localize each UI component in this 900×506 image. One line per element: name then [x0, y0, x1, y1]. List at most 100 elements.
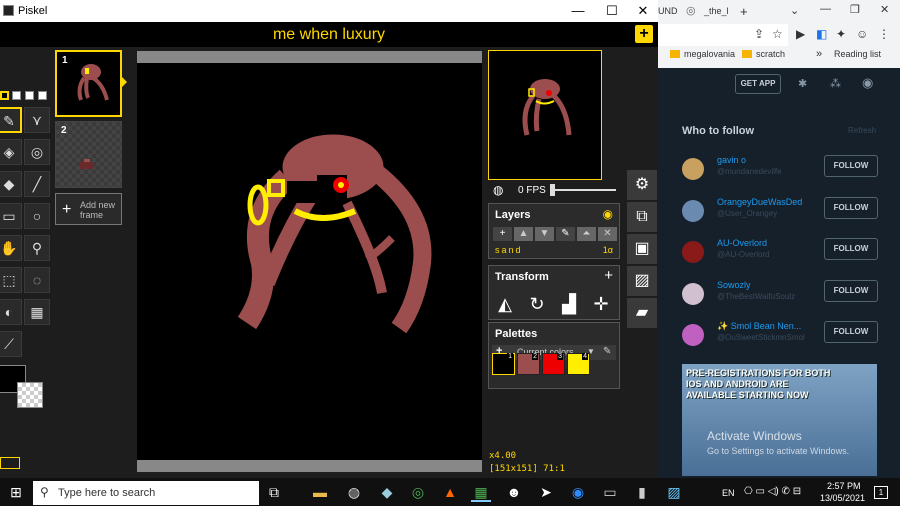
avatar[interactable] [682, 158, 704, 180]
browser-menu-icon[interactable]: ⋮ [878, 27, 890, 41]
animation-preview[interactable] [488, 50, 602, 180]
system-tray-icons[interactable]: ⎔ ▭ ◁) ✆ ⊟ [744, 486, 801, 497]
fps-slider-track[interactable] [550, 189, 616, 191]
save-icon[interactable]: ▣ [627, 234, 657, 264]
tab-search-icon[interactable]: ⌄ [790, 4, 799, 17]
lighten-icon[interactable]: ◐ [0, 299, 22, 325]
piskel-taskbar-icon[interactable]: ▦ [471, 482, 491, 502]
palette-swatch[interactable]: 4 [567, 353, 590, 375]
notification-center-icon[interactable]: 1 [874, 486, 888, 499]
browser-tab[interactable]: UND [658, 6, 678, 16]
merge-layer-icon[interactable]: ⏶ [577, 227, 596, 241]
dithering-icon[interactable]: ▦ [24, 299, 50, 325]
rect-select-icon[interactable]: ⬚ [0, 267, 22, 293]
people-icon[interactable]: ⁂ [830, 77, 841, 90]
avatar[interactable] [682, 324, 704, 346]
add-layer-icon[interactable]: + [493, 227, 512, 241]
profile-icon[interactable]: ◉ [862, 75, 873, 91]
export-image-icon[interactable]: ▨ [627, 266, 657, 296]
resize-icon[interactable]: ⧉ [627, 202, 657, 232]
same-color-bucket-icon[interactable]: ◎ [24, 139, 50, 165]
move-layer-down-icon[interactable]: ▼ [535, 227, 554, 241]
rotate-icon[interactable]: ↻ [524, 291, 550, 317]
transform-more-button[interactable]: + [604, 267, 613, 284]
app-icon[interactable]: ◆ [377, 482, 397, 502]
get-app-button[interactable]: GET APP [735, 74, 781, 94]
taskbar-search-box[interactable]: ⚲ Type here to search [33, 481, 259, 505]
file-explorer-icon[interactable]: ▬ [310, 482, 330, 502]
edit-palette-icon[interactable]: ✎ [603, 346, 611, 357]
sprite-title[interactable]: me when luxury [273, 26, 385, 43]
follow-button[interactable]: FOLLOW [824, 155, 878, 177]
fps-slider-handle[interactable] [550, 184, 555, 196]
align-center-icon[interactable]: ✛ [588, 291, 614, 317]
maximize-button[interactable]: ☐ [597, 2, 627, 20]
color-picker-icon[interactable]: ⟋ [0, 331, 22, 357]
follow-button[interactable]: FOLLOW [824, 321, 878, 343]
browser-minimize-button[interactable]: — [820, 3, 831, 15]
eye-icon[interactable]: ◉ [603, 207, 613, 221]
extension-icon[interactable]: ▶ [796, 27, 805, 41]
suggestion-name[interactable]: ✨ Smol Bean Nen... [717, 321, 801, 332]
windows-start-icon[interactable]: ⊞ [6, 482, 26, 502]
pen-size-1[interactable] [0, 91, 9, 100]
lasso-select-icon[interactable]: ◌ [24, 267, 50, 293]
onion-skin-icon[interactable]: ◍ [493, 183, 503, 197]
open-folder-icon[interactable]: ▰ [627, 298, 657, 328]
photos-icon[interactable]: ▨ [664, 482, 684, 502]
secondary-color-swatch[interactable] [17, 382, 43, 408]
browser-tab[interactable]: _the_l [704, 6, 729, 16]
suggestion-name[interactable]: OrangeyDueWasDed [717, 197, 802, 207]
task-view-icon[interactable]: ⧉ [264, 482, 284, 502]
drawing-canvas[interactable] [137, 63, 482, 460]
frame-2-thumbnail[interactable]: 2 [55, 121, 122, 188]
circle-icon[interactable]: ○ [24, 203, 50, 229]
address-bar[interactable] [658, 24, 788, 46]
frame-1-thumbnail[interactable]: 1 [55, 50, 122, 117]
vertical-mirror-pen-icon[interactable]: ⋎ [24, 107, 50, 133]
pen-tool-icon[interactable]: ✎ [0, 107, 22, 133]
bookmark-scratch[interactable]: scratch [756, 49, 785, 59]
app-icon[interactable]: ☻ [504, 482, 524, 502]
palette-swatch[interactable]: 3 [542, 353, 565, 375]
edit-layer-icon[interactable]: ✎ [556, 227, 575, 241]
new-tab-button[interactable]: + [740, 4, 748, 19]
follow-button[interactable]: FOLLOW [824, 280, 878, 302]
suggestion-name[interactable]: Sowozly [717, 280, 751, 290]
suggestion-name[interactable]: AU-Overlord [717, 238, 767, 248]
suggestion-name[interactable]: gavin o [717, 155, 746, 165]
refresh-link[interactable]: Refresh [848, 126, 876, 135]
browser-restore-button[interactable]: ❐ [850, 3, 860, 16]
add-new-frame-button[interactable]: + Add new frame [55, 193, 122, 225]
minimize-button[interactable]: — [563, 2, 593, 20]
app-icon[interactable]: ➤ [536, 482, 556, 502]
shape-select-icon[interactable]: ⚲ [24, 235, 50, 261]
zoom-app-icon[interactable]: ◉ [568, 482, 588, 502]
pen-size-3[interactable] [25, 91, 34, 100]
clone-sheep-icon[interactable]: ▟ [556, 291, 582, 317]
notification-icon[interactable]: ✱ [798, 77, 807, 90]
move-hand-icon[interactable]: ✋ [0, 235, 22, 261]
bookmarks-overflow[interactable]: » [816, 48, 822, 60]
vlc-icon[interactable]: ▲ [440, 482, 460, 502]
share-icon[interactable]: ⇪ [754, 27, 764, 41]
paint-bucket-icon[interactable]: ◈ [0, 139, 22, 165]
terminal-icon[interactable]: ▭ [600, 482, 620, 502]
rectangle-icon[interactable]: ▭ [0, 203, 22, 229]
app-icon[interactable]: ▮ [632, 482, 652, 502]
clock-date[interactable]: 13/05/2021 [820, 493, 865, 503]
avatar[interactable] [682, 241, 704, 263]
ad-banner[interactable]: PRE-REGISTRATIONS FOR BOTH IOS AND ANDROI… [682, 364, 877, 476]
chrome-icon[interactable]: ◎ [408, 482, 428, 502]
layer-name[interactable]: sand [495, 245, 523, 255]
browser-close-button[interactable]: ✕ [880, 3, 889, 16]
close-button[interactable]: ✕ [628, 2, 658, 20]
avatar[interactable] [682, 200, 704, 222]
reading-list[interactable]: Reading list [834, 49, 881, 59]
clock-time[interactable]: 2:57 PM [827, 481, 861, 491]
pen-size-2[interactable] [12, 91, 21, 100]
palette-swatch[interactable]: 1 [492, 353, 515, 375]
bookmark-megalovania[interactable]: megalovania [684, 49, 735, 59]
pen-size-4[interactable] [38, 91, 47, 100]
new-sprite-button[interactable]: + [635, 25, 653, 43]
